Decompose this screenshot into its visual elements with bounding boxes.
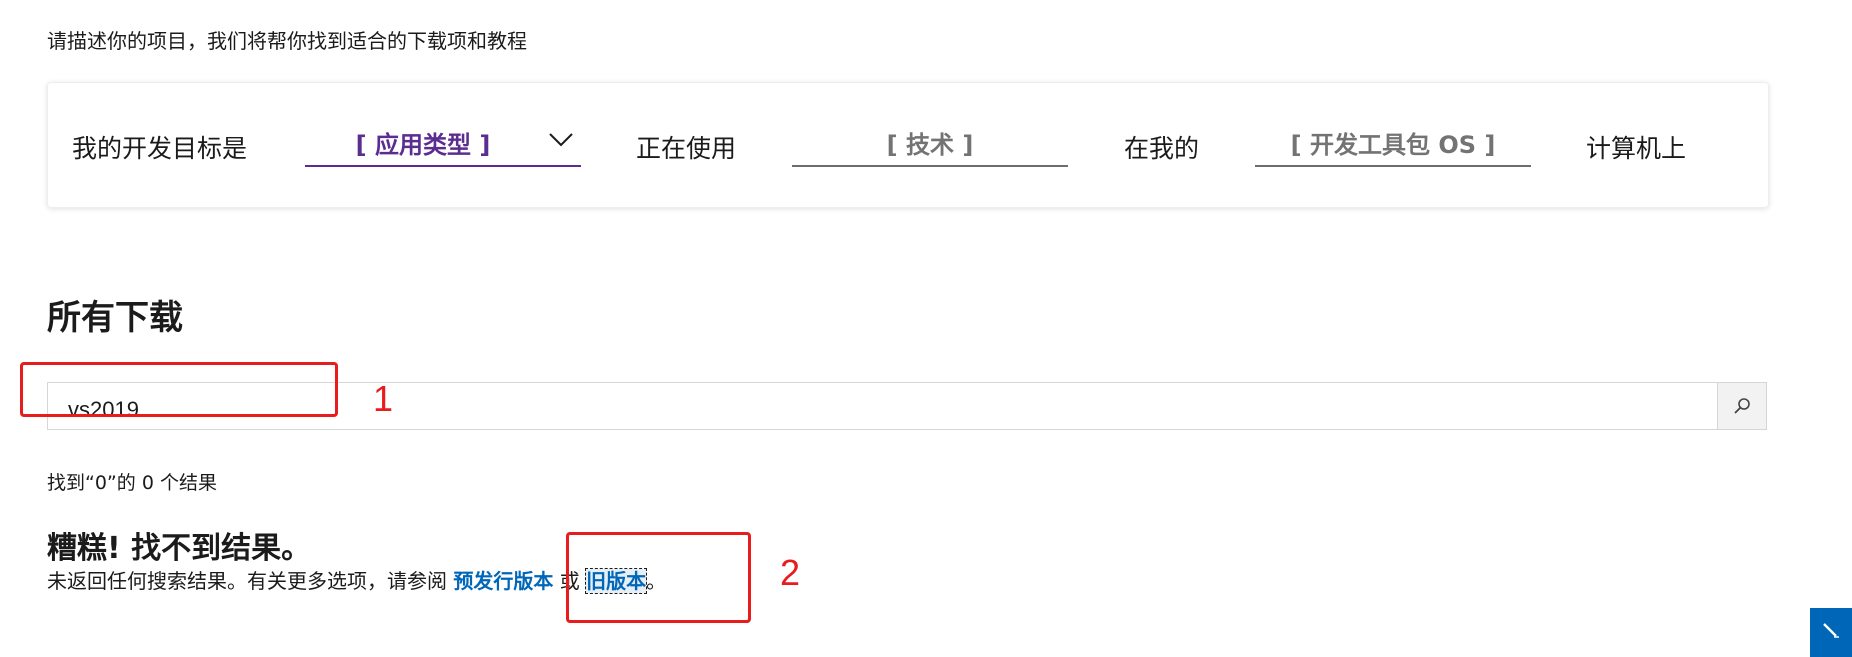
- app-type-value: [ 应用类型 ]: [355, 131, 491, 159]
- result-count: 找到“0”的 0 个结果: [47, 472, 217, 494]
- tech-dropdown[interactable]: [ 技术 ]: [792, 121, 1068, 167]
- annotation-box-2: [566, 532, 751, 623]
- search-icon: [1734, 398, 1750, 414]
- tech-value: [ 技术 ]: [886, 131, 974, 159]
- on-my-label: 在我的: [1124, 134, 1200, 163]
- os-value: [ 开发工具包 OS ]: [1290, 131, 1496, 159]
- pencil-icon: [1823, 623, 1839, 638]
- computer-label: 计算机上: [1586, 134, 1687, 163]
- no-results-title: 糟糕! 找不到结果。: [47, 531, 312, 566]
- search-button[interactable]: [1717, 382, 1767, 430]
- annotation-label-1: 1: [373, 378, 394, 419]
- intro-text: 请描述你的项目，我们将帮你找到适合的下载项和教程: [47, 29, 527, 53]
- no-results-prefix: 未返回任何搜索结果。有关更多选项，请参阅: [47, 569, 447, 593]
- page-title: 所有下载: [47, 298, 183, 338]
- annotation-label-2: 2: [780, 552, 801, 593]
- using-label: 正在使用: [636, 134, 737, 163]
- os-dropdown[interactable]: [ 开发工具包 OS ]: [1255, 121, 1531, 167]
- prerelease-link[interactable]: 预发行版本: [453, 569, 553, 593]
- app-type-dropdown[interactable]: [ 应用类型 ]: [305, 121, 581, 167]
- project-picker: 我的开发目标是 [ 应用类型 ] 正在使用 [ 技术 ] 在我的 [ 开发工具包…: [47, 82, 1769, 208]
- annotation-box-1: [20, 362, 338, 417]
- chevron-down-icon: [549, 133, 573, 147]
- goal-label: 我的开发目标是: [72, 134, 248, 163]
- feedback-button[interactable]: [1810, 608, 1852, 657]
